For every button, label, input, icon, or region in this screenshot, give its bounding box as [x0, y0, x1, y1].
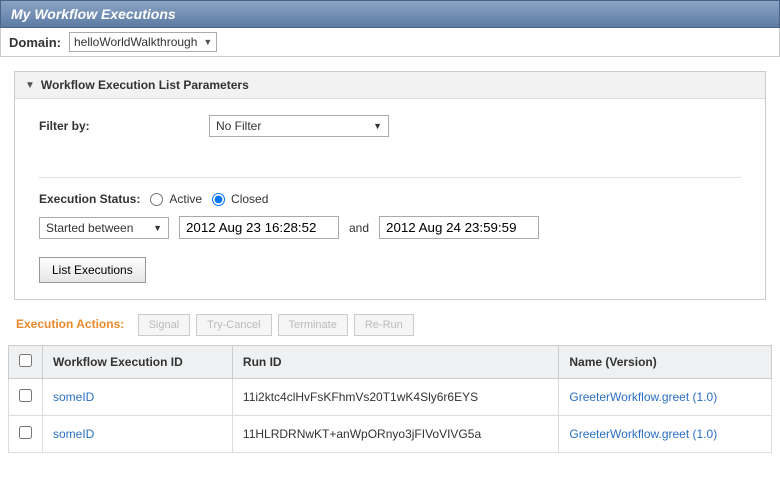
table-row: someID 11i2ktc4clHvFsKFhmVs20T1wK4Sly6r6E…	[9, 379, 772, 416]
collapse-icon: ▼	[25, 80, 35, 91]
domain-select[interactable]: helloWorldWalkthrough ▼	[69, 32, 217, 52]
signal-button[interactable]: Signal	[138, 314, 191, 336]
status-row: Execution Status: Active Closed	[39, 192, 741, 206]
col-run-id: Run ID	[232, 346, 558, 379]
date-mode-value: Started between	[46, 221, 133, 235]
actions-bar: Execution Actions: Signal Try-Cancel Ter…	[0, 314, 780, 339]
filter-by-value: No Filter	[216, 119, 261, 133]
chevron-down-icon: ▼	[373, 121, 382, 131]
date-row: Started between ▼ and	[39, 216, 741, 239]
row-checkbox[interactable]	[19, 426, 32, 439]
terminate-button[interactable]: Terminate	[278, 314, 348, 336]
params-panel-header[interactable]: ▼ Workflow Execution List Parameters	[15, 72, 765, 99]
table-row: someID 11HLRDRNwKT+anWpORnyo3jFIVoVIVG5a G…	[9, 416, 772, 453]
workflow-name-link[interactable]: GreeterWorkflow.greet (1.0)	[569, 427, 717, 441]
chevron-down-icon: ▼	[203, 37, 212, 47]
status-closed-radio[interactable]	[212, 193, 225, 206]
col-checkbox	[9, 346, 43, 379]
status-closed-label: Closed	[231, 192, 268, 206]
date-to-input[interactable]	[379, 216, 539, 239]
filter-by-label: Filter by:	[39, 119, 159, 133]
execution-actions-label: Execution Actions:	[16, 317, 124, 331]
status-active-label: Active	[169, 192, 202, 206]
row-checkbox[interactable]	[19, 389, 32, 402]
select-all-checkbox[interactable]	[19, 354, 32, 367]
list-executions-button[interactable]: List Executions	[39, 257, 146, 283]
page-title: My Workflow Executions	[0, 0, 780, 28]
re-run-button[interactable]: Re-Run	[354, 314, 414, 336]
exec-id-link[interactable]: someID	[53, 427, 94, 441]
executions-table: Workflow Execution ID Run ID Name (Versi…	[8, 345, 772, 453]
filter-by-select[interactable]: No Filter ▼	[209, 115, 389, 137]
params-panel-title: Workflow Execution List Parameters	[41, 78, 249, 92]
try-cancel-button[interactable]: Try-Cancel	[196, 314, 271, 336]
workflow-name-link[interactable]: GreeterWorkflow.greet (1.0)	[569, 390, 717, 404]
domain-label: Domain:	[9, 35, 61, 50]
params-panel-body: Filter by: No Filter ▼ Execution Status:…	[15, 99, 765, 299]
params-panel: ▼ Workflow Execution List Parameters Fil…	[14, 71, 766, 300]
status-active-radio[interactable]	[150, 193, 163, 206]
col-exec-id: Workflow Execution ID	[43, 346, 233, 379]
domain-select-value: helloWorldWalkthrough	[74, 35, 197, 49]
domain-bar: Domain: helloWorldWalkthrough ▼	[0, 28, 780, 57]
exec-status-label: Execution Status:	[39, 192, 140, 206]
run-id-cell: 11HLRDRNwKT+anWpORnyo3jFIVoVIVG5a	[232, 416, 558, 453]
date-from-input[interactable]	[179, 216, 339, 239]
col-name: Name (Version)	[559, 346, 772, 379]
chevron-down-icon: ▼	[153, 223, 162, 233]
date-joiner: and	[349, 221, 369, 235]
filter-row: Filter by: No Filter ▼	[39, 115, 741, 137]
date-mode-select[interactable]: Started between ▼	[39, 217, 169, 239]
run-id-cell: 11i2ktc4clHvFsKFhmVs20T1wK4Sly6r6EYS	[232, 379, 558, 416]
exec-id-link[interactable]: someID	[53, 390, 94, 404]
divider	[39, 177, 741, 178]
